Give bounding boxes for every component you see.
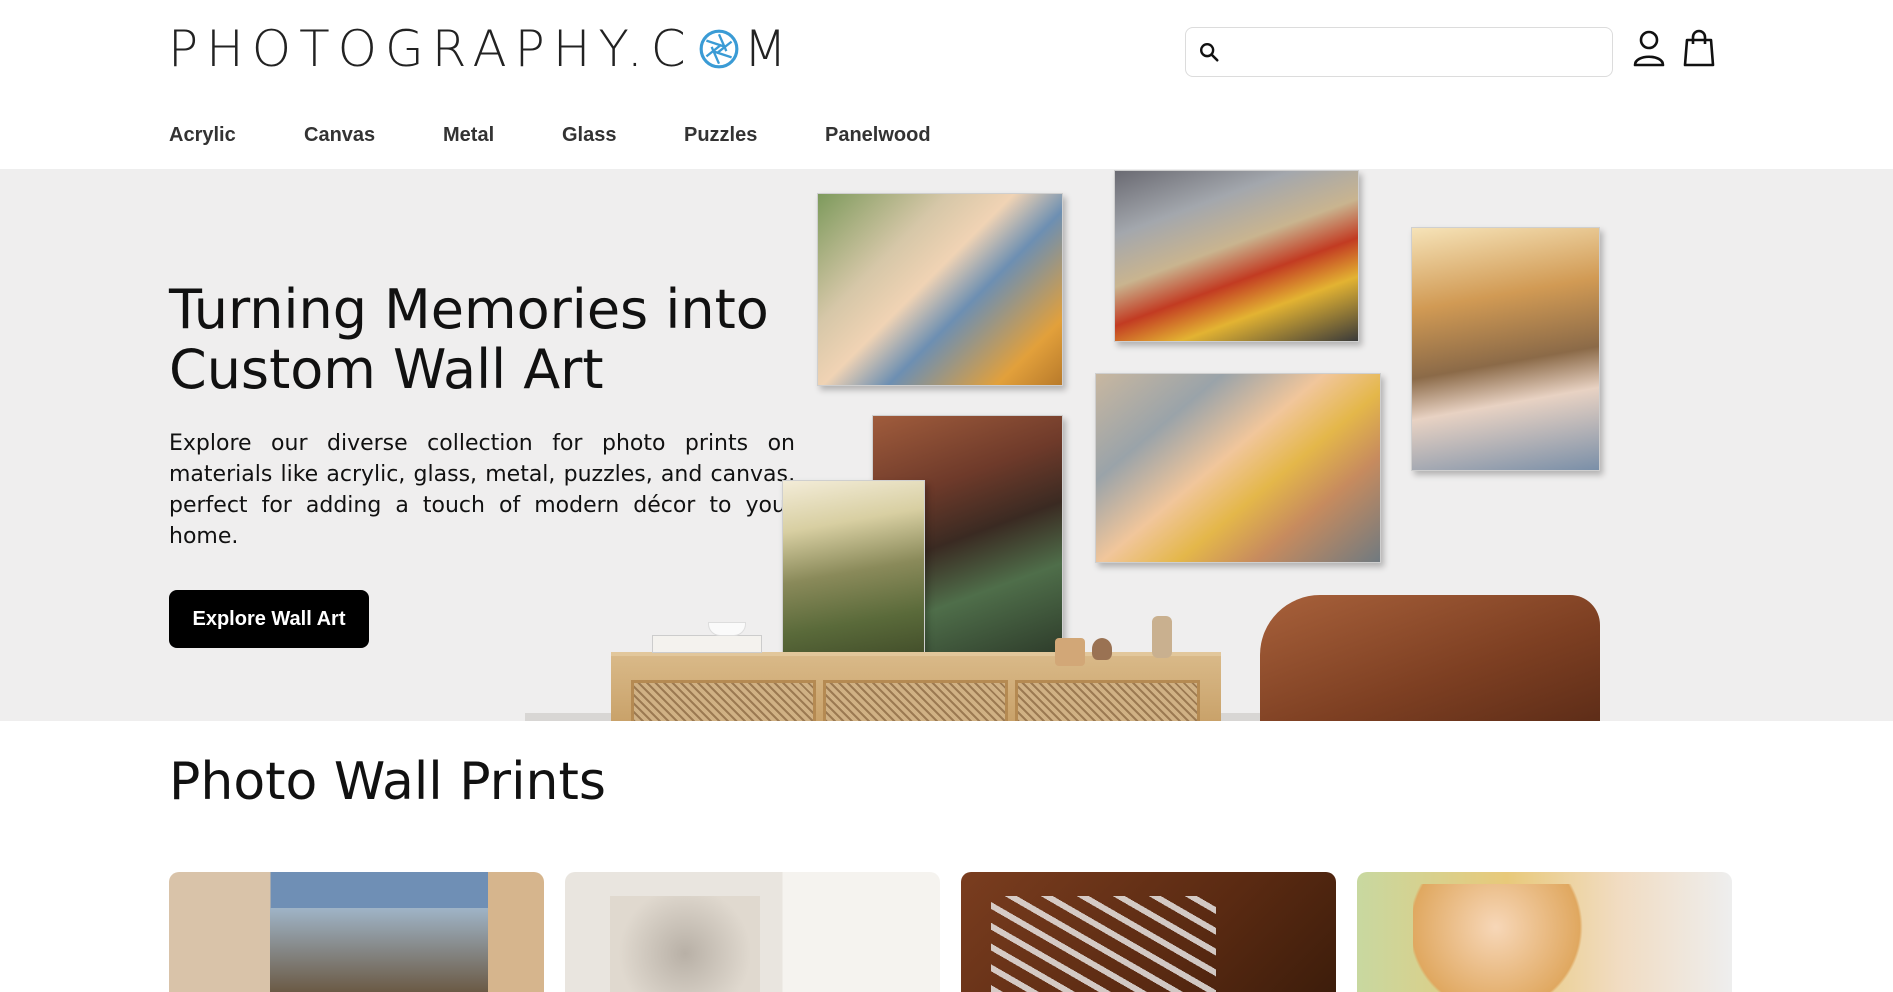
photo-frame-father-daughter — [1411, 227, 1600, 471]
site-logo[interactable]: PHOTOGRAPHY.C M — [168, 20, 795, 78]
photo-frame-family-grandmother — [817, 193, 1063, 386]
sideboard-panel — [823, 680, 1008, 721]
search-input[interactable] — [1228, 28, 1612, 76]
photo-frame-friends-selfie — [1095, 373, 1381, 563]
shopping-bag-icon[interactable] — [1680, 28, 1718, 68]
decor-vase — [1092, 638, 1112, 660]
explore-wall-art-button[interactable]: Explore Wall Art — [169, 590, 369, 648]
nav-item-canvas[interactable]: Canvas — [304, 124, 443, 147]
decor-vase — [1152, 616, 1172, 658]
site-header: PHOTOGRAPHY.C M Acrylic Canvas Metal Gla… — [0, 0, 1893, 170]
photo-frame-dog — [782, 480, 925, 663]
hero-banner: Turning Memories into Custom Wall Art Ex… — [0, 170, 1893, 721]
product-card[interactable] — [1357, 872, 1732, 992]
nav-item-panelwood[interactable]: Panelwood — [825, 124, 931, 147]
user-icon[interactable] — [1630, 28, 1668, 68]
photo-frame-hikers — [1114, 170, 1359, 342]
main-nav: Acrylic Canvas Metal Glass Puzzles Panel… — [169, 124, 931, 147]
nav-item-puzzles[interactable]: Puzzles — [684, 124, 825, 147]
search-box[interactable] — [1185, 27, 1613, 77]
hero-room-image — [525, 170, 1600, 721]
sideboard-panel — [631, 680, 816, 721]
nav-item-glass[interactable]: Glass — [562, 124, 684, 147]
sideboard-panel — [1015, 680, 1200, 721]
product-card[interactable] — [961, 872, 1336, 992]
decor-book — [652, 635, 762, 653]
camera-aperture-icon — [699, 29, 739, 69]
search-icon — [1200, 43, 1219, 62]
logo-text-end: M — [743, 20, 795, 78]
decor-cup — [708, 622, 746, 636]
product-card[interactable] — [565, 872, 940, 992]
decor-vase — [1055, 638, 1085, 666]
nav-item-metal[interactable]: Metal — [443, 124, 562, 147]
product-card[interactable] — [169, 872, 544, 992]
logo-text-start: PHOTOGRAPHY.C — [168, 20, 694, 78]
sideboard — [611, 652, 1221, 721]
nav-item-acrylic[interactable]: Acrylic — [169, 124, 304, 147]
section-title: Photo Wall Prints — [169, 752, 606, 812]
leather-chair — [1260, 595, 1600, 721]
product-card-list — [169, 872, 1732, 992]
